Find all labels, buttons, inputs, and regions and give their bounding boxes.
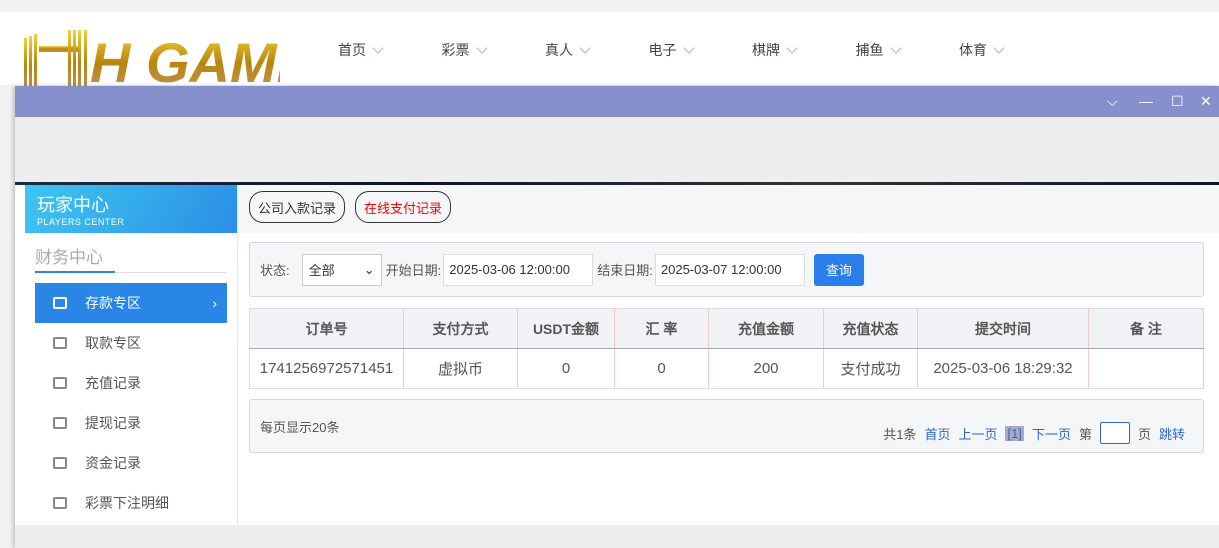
nav-label: 捕鱼 bbox=[855, 42, 884, 58]
start-date-input[interactable]: 2025-03-06 12:00:00 bbox=[443, 253, 594, 286]
end-date-label: 结束日期: bbox=[597, 263, 653, 278]
sidebar-title: 玩家中心 bbox=[37, 195, 109, 215]
nav-home[interactable]: 首页 bbox=[338, 40, 442, 60]
sidebar-item-label: 彩票下注明细 bbox=[85, 495, 169, 511]
cell-recharge-amount: 200 bbox=[708, 348, 824, 389]
list-icon bbox=[53, 497, 67, 509]
window-titlebar: ⌵ — ☐ ✕ bbox=[15, 86, 1219, 117]
sidebar-item-deposit[interactable]: 存款专区 › bbox=[35, 283, 227, 323]
nav-slots[interactable]: 电子 bbox=[649, 40, 753, 60]
sidebar-item-label: 提现记录 bbox=[85, 415, 141, 431]
sidebar-item-withdraw[interactable]: 取款专区 bbox=[35, 323, 227, 363]
page-number-input[interactable] bbox=[1099, 422, 1130, 444]
main-content: 公司入款记录 在线支付记录 状态: 全部 ⌄ 开始日期: 2025-03-06 1… bbox=[238, 185, 1219, 526]
money-bag-icon bbox=[53, 377, 67, 389]
maximize-icon[interactable]: ☐ bbox=[1171, 94, 1184, 108]
nav-label: 棋牌 bbox=[752, 42, 780, 58]
cell-payment-method: 虚拟币 bbox=[403, 348, 518, 389]
sidebar-item-recharge-records[interactable]: 充值记录 bbox=[35, 363, 227, 403]
col-recharge-amount: 充值金额 bbox=[708, 308, 824, 349]
nav-label: 真人 bbox=[545, 42, 573, 58]
cell-rate: 0 bbox=[614, 348, 709, 389]
status-select[interactable]: 全部 ⌄ bbox=[301, 253, 382, 286]
collapse-icon[interactable]: ⌵ bbox=[1107, 94, 1118, 108]
record-tabs: 公司入款记录 在线支付记录 bbox=[238, 185, 1219, 233]
col-rate: 汇 率 bbox=[614, 308, 709, 349]
nav-live[interactable]: 真人 bbox=[545, 40, 649, 60]
nav-label: 彩票 bbox=[441, 42, 470, 58]
sidebar-item-withdraw-records[interactable]: 提现记录 bbox=[35, 403, 227, 443]
cash-icon bbox=[53, 457, 67, 469]
chevron-down-icon bbox=[993, 41, 1005, 54]
nav-label: 电子 bbox=[648, 42, 677, 58]
jump-link[interactable]: 跳转 bbox=[1159, 424, 1185, 443]
sidebar-item-label: 存款专区 bbox=[85, 295, 141, 311]
nav-label: 体育 bbox=[959, 42, 987, 58]
nav-lottery[interactable]: 彩票 bbox=[442, 40, 546, 60]
next-page-link[interactable]: 下一页 bbox=[1032, 424, 1071, 443]
end-date-input[interactable]: 2025-03-07 12:00:00 bbox=[654, 253, 805, 286]
nav-fishing[interactable]: 捕鱼 bbox=[856, 40, 960, 60]
per-page-text: 每页显示20条 bbox=[260, 420, 340, 435]
col-order-no: 订单号 bbox=[249, 308, 404, 349]
tab-company-deposit[interactable]: 公司入款记录 bbox=[249, 191, 346, 223]
nav-cards[interactable]: 棋牌 bbox=[752, 40, 856, 60]
pagination-panel: 每页显示20条 共1条 首页 上一页 [1] 下一页 第 页 跳转 bbox=[249, 399, 1204, 453]
status-value: 全部 bbox=[308, 263, 335, 278]
sidebar-subtitle: PLAYERS CENTER bbox=[37, 217, 125, 227]
cell-order-no: 1741256972571451 bbox=[249, 348, 404, 389]
col-remark: 备 注 bbox=[1088, 308, 1204, 349]
chevron-down-icon bbox=[372, 41, 384, 54]
sidebar-item-fund-records[interactable]: 资金记录 bbox=[35, 443, 227, 483]
sidebar-header: 玩家中心 PLAYERS CENTER bbox=[25, 185, 237, 233]
tab-online-payment[interactable]: 在线支付记录 bbox=[355, 191, 452, 223]
window-blank-area bbox=[15, 117, 1219, 182]
sidebar-item-label: 充值记录 bbox=[85, 375, 141, 391]
wallet-icon bbox=[53, 417, 67, 429]
sidebar-item-lottery-bets[interactable]: 彩票下注明细 bbox=[35, 483, 227, 523]
start-date-label: 开始日期: bbox=[385, 263, 442, 278]
sidebar: 玩家中心 PLAYERS CENTER 财务中心 存款专区 › 取款专区 充值记录… bbox=[25, 185, 238, 526]
chevron-down-icon bbox=[786, 41, 798, 54]
svg-text:H GAME: H GAME bbox=[90, 31, 280, 94]
current-page: [1] bbox=[1005, 425, 1024, 441]
chevron-down-icon: ⌄ bbox=[363, 261, 375, 277]
window-footer bbox=[15, 525, 1219, 548]
players-center-window: ⌵ — ☐ ✕ 玩家中心 PLAYERS CENTER 财务中心 存款专区 › 取… bbox=[15, 86, 1219, 548]
site-header: H GAME 首页 彩票 真人 电子 棋牌 捕鱼 体育 bbox=[0, 12, 1219, 94]
query-button[interactable]: 查询 bbox=[813, 253, 864, 286]
total-count: 共1条 bbox=[883, 426, 917, 442]
col-status: 充值状态 bbox=[823, 308, 918, 349]
prev-page-link[interactable]: 上一页 bbox=[958, 424, 997, 443]
hand-money-icon bbox=[53, 337, 67, 349]
records-table: 订单号 支付方式 USDT金额 汇 率 充值金额 充值状态 提交时间 备 注 1… bbox=[249, 308, 1204, 389]
page-suffix: 页 bbox=[1137, 426, 1151, 442]
cell-status: 支付成功 bbox=[823, 348, 918, 389]
col-submit-time: 提交时间 bbox=[917, 308, 1089, 349]
chevron-down-icon bbox=[889, 41, 902, 54]
table-header-row: 订单号 支付方式 USDT金额 汇 率 充值金额 充值状态 提交时间 备 注 bbox=[249, 308, 1204, 349]
section-title: 财务中心 bbox=[35, 243, 227, 273]
nav-label: 首页 bbox=[338, 42, 366, 58]
first-page-link[interactable]: 首页 bbox=[924, 424, 950, 443]
nav-sports[interactable]: 体育 bbox=[959, 40, 1063, 60]
table-row: 1741256972571451 虚拟币 0 0 200 支付成功 2025-0… bbox=[249, 348, 1204, 389]
chevron-down-icon bbox=[475, 41, 488, 54]
cell-usdt-amount: 0 bbox=[517, 348, 615, 389]
card-icon bbox=[53, 297, 67, 309]
sidebar-item-label: 取款专区 bbox=[85, 335, 141, 351]
filter-panel: 状态: 全部 ⌄ 开始日期: 2025-03-06 12:00:00 结束日期: … bbox=[249, 242, 1204, 297]
chevron-down-icon bbox=[682, 41, 695, 54]
status-label: 状态: bbox=[260, 263, 290, 278]
close-icon[interactable]: ✕ bbox=[1200, 94, 1212, 108]
page-prefix: 第 bbox=[1078, 426, 1092, 442]
cell-submit-time: 2025-03-06 18:29:32 bbox=[917, 348, 1089, 389]
col-payment-method: 支付方式 bbox=[403, 308, 518, 349]
minimize-icon[interactable]: — bbox=[1139, 94, 1153, 108]
chevron-right-icon: › bbox=[212, 295, 217, 311]
sidebar-item-label: 资金记录 bbox=[85, 455, 141, 471]
chevron-down-icon bbox=[579, 41, 591, 54]
col-usdt-amount: USDT金额 bbox=[517, 308, 615, 349]
cell-remark bbox=[1088, 348, 1204, 389]
